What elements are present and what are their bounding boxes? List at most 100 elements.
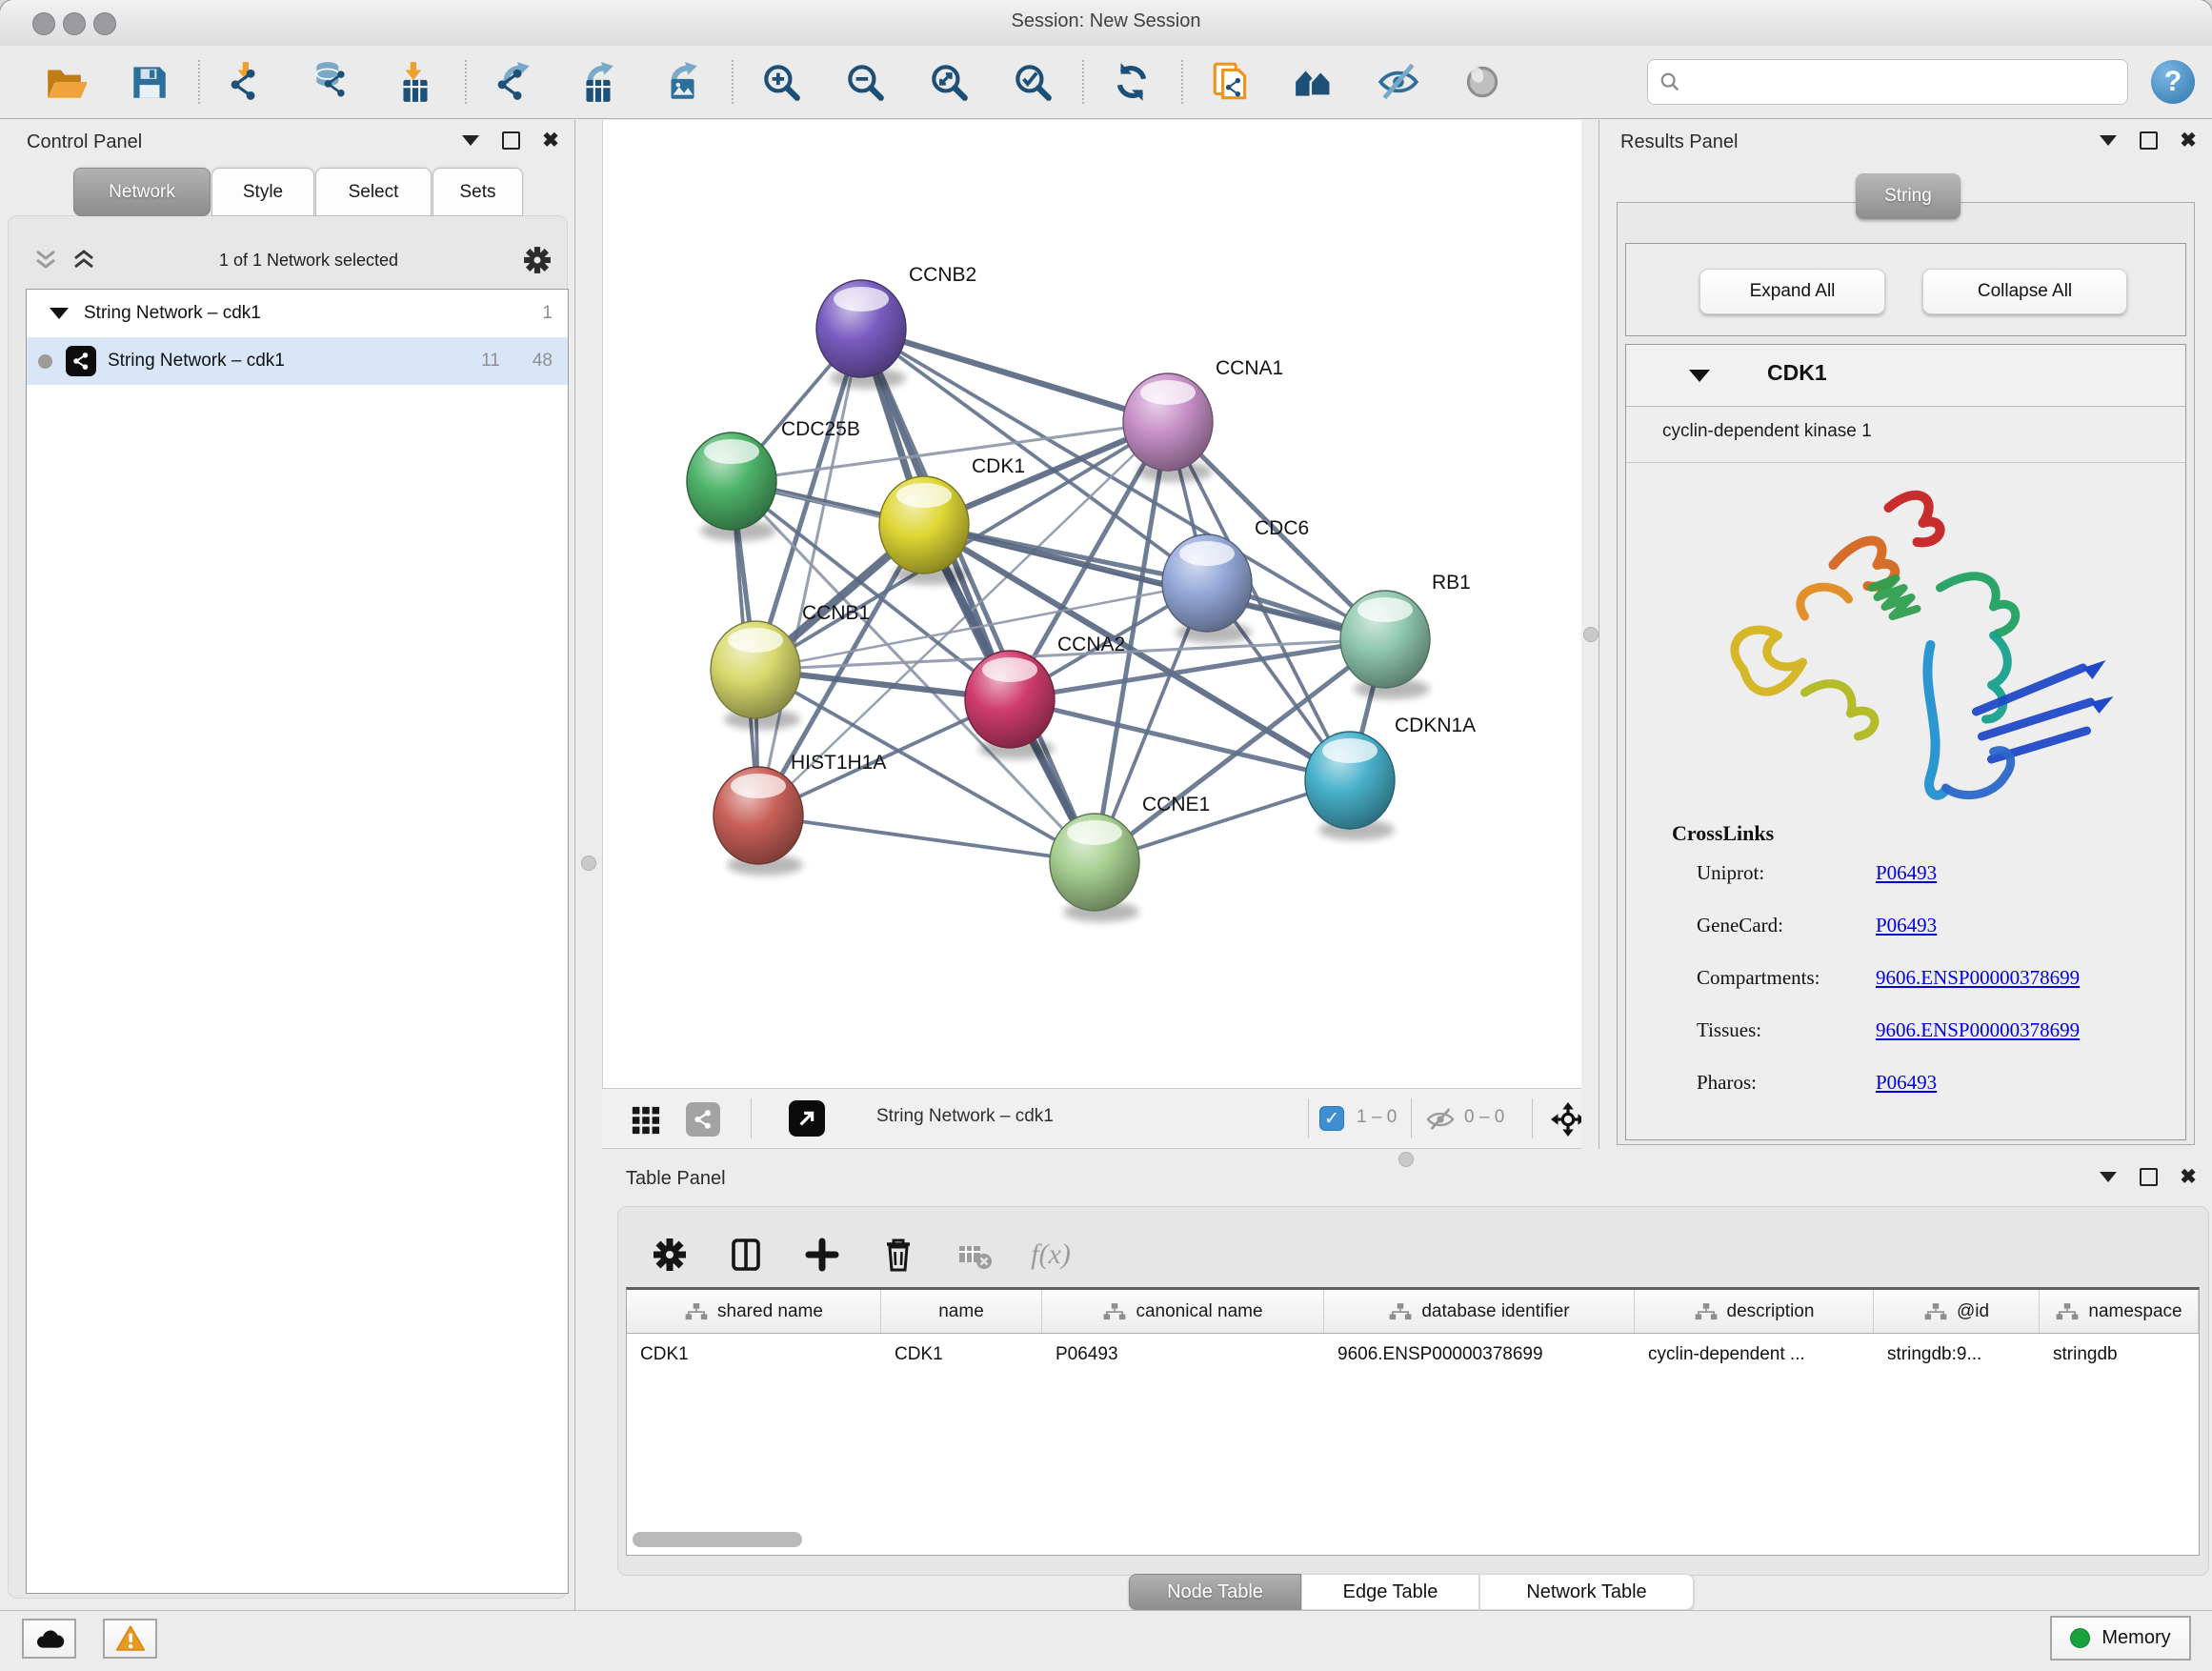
edge-CCNB2-CCNA1[interactable] bbox=[861, 329, 1168, 422]
delete-table-table-button[interactable] bbox=[952, 1232, 997, 1278]
node-CDC25B[interactable] bbox=[687, 433, 776, 541]
tab-string[interactable]: String bbox=[1856, 173, 1961, 219]
table-panel-close-icon[interactable]: ✖ bbox=[2178, 1166, 2199, 1187]
titlebar: Session: New Session bbox=[0, 0, 2212, 47]
export-network-button[interactable] bbox=[492, 59, 537, 105]
edge-CCNB2-CCNE1[interactable] bbox=[861, 329, 1095, 862]
crosslink-label: Tissues: bbox=[1697, 1018, 1761, 1042]
crosslink-link[interactable]: P06493 bbox=[1876, 1071, 1937, 1095]
shared-column-icon bbox=[1388, 1302, 1413, 1321]
network-canvas[interactable]: CCNB2CCNA1CDC25BCDK1CDC6RB1CCNB1CCNA2CDK… bbox=[602, 120, 1581, 1088]
trash-table-button[interactable] bbox=[875, 1232, 921, 1278]
warnings-button[interactable] bbox=[103, 1619, 157, 1659]
import-network-button[interactable] bbox=[225, 59, 271, 105]
shared-column-icon bbox=[1694, 1302, 1719, 1321]
cloud-button[interactable] bbox=[22, 1619, 76, 1659]
network-collection-row[interactable]: String Network – cdk1 1 bbox=[27, 290, 568, 337]
edge-CDK1-RB1[interactable] bbox=[924, 525, 1385, 639]
crosslink-link[interactable]: P06493 bbox=[1876, 861, 1937, 885]
tab-sets[interactable]: Sets bbox=[432, 168, 523, 216]
tab-style[interactable]: Style bbox=[211, 168, 314, 216]
node-CCNA1[interactable] bbox=[1123, 373, 1213, 482]
results-panel-collapse-icon[interactable] bbox=[2098, 130, 2119, 151]
network-options-gear-icon[interactable] bbox=[521, 244, 553, 276]
gear-table-button[interactable] bbox=[647, 1232, 693, 1278]
search-input[interactable] bbox=[1688, 70, 2116, 93]
node-CCNB1[interactable] bbox=[711, 621, 800, 730]
tab-node-table[interactable]: Node Table bbox=[1129, 1574, 1301, 1610]
column-header-canonical-name[interactable]: canonical name bbox=[1042, 1290, 1324, 1333]
crosslink-link[interactable]: P06493 bbox=[1876, 914, 1937, 937]
control-panel: Control Panel ✖ NetworkStyleSelectSets 1… bbox=[0, 120, 575, 1610]
export-image-button[interactable] bbox=[659, 59, 705, 105]
crosslink-link[interactable]: 9606.ENSP00000378699 bbox=[1876, 966, 2080, 990]
expand-all-button[interactable]: Expand All bbox=[1699, 269, 1885, 314]
tree-expand-caret-icon[interactable] bbox=[50, 308, 69, 319]
table-row[interactable]: CDK1CDK1P064939606.ENSP00000378699cyclin… bbox=[627, 1334, 2199, 1376]
grid-view-icon[interactable] bbox=[631, 1105, 661, 1136]
edge-HIST1H1A-CCNE1[interactable] bbox=[758, 815, 1095, 862]
help-button[interactable]: ? bbox=[2151, 60, 2195, 104]
zoom-in-button[interactable] bbox=[758, 59, 804, 105]
control-panel-close-icon[interactable]: ✖ bbox=[540, 130, 561, 151]
node-CCNA2[interactable] bbox=[965, 651, 1055, 759]
column-header-name[interactable]: name bbox=[881, 1290, 1042, 1333]
network-from-selection-button[interactable] bbox=[1208, 59, 1254, 105]
columns-table-button[interactable] bbox=[723, 1232, 769, 1278]
results-panel-float-icon[interactable] bbox=[2138, 130, 2159, 151]
fx-table-button[interactable]: f(x) bbox=[1028, 1232, 1074, 1278]
collapse-all-icon[interactable] bbox=[33, 248, 58, 272]
first-neighbors-button[interactable] bbox=[1292, 59, 1337, 105]
refresh-button[interactable] bbox=[1109, 59, 1155, 105]
expand-all-icon[interactable] bbox=[71, 248, 96, 272]
open-in-new-icon[interactable] bbox=[789, 1100, 825, 1137]
results-panel-close-icon[interactable]: ✖ bbox=[2178, 130, 2199, 151]
node-RB1[interactable] bbox=[1340, 591, 1430, 699]
tab-edge-table[interactable]: Edge Table bbox=[1301, 1574, 1479, 1610]
gene-card-caret-icon[interactable] bbox=[1689, 370, 1710, 382]
memory-button[interactable]: Memory bbox=[2050, 1616, 2191, 1661]
table-panel-collapse-icon[interactable] bbox=[2098, 1166, 2119, 1187]
hide-selected-button[interactable] bbox=[1376, 59, 1421, 105]
column-header-database-identifier[interactable]: database identifier bbox=[1324, 1290, 1635, 1333]
export-table-button[interactable] bbox=[575, 59, 621, 105]
column-header-namespace[interactable]: namespace bbox=[2040, 1290, 2199, 1333]
search-box[interactable] bbox=[1647, 59, 2128, 105]
network-share-icon[interactable] bbox=[686, 1102, 720, 1137]
node-CDC6[interactable] bbox=[1162, 534, 1252, 643]
control-panel-collapse-icon[interactable] bbox=[460, 130, 481, 151]
left-splitter-handle[interactable] bbox=[581, 856, 596, 871]
node-label-CCNB2: CCNB2 bbox=[909, 264, 976, 286]
column-header-@id[interactable]: @id bbox=[1874, 1290, 2040, 1333]
tab-network-table[interactable]: Network Table bbox=[1479, 1574, 1694, 1610]
table-panel-float-icon[interactable] bbox=[2138, 1166, 2159, 1187]
table-cell: stringdb:9... bbox=[1874, 1344, 2040, 1365]
zoom-fit-button[interactable] bbox=[926, 59, 972, 105]
node-CDK1[interactable] bbox=[879, 476, 969, 585]
zoom-out-button[interactable] bbox=[842, 59, 888, 105]
add-table-button[interactable] bbox=[799, 1232, 845, 1278]
table-cell: CDK1 bbox=[881, 1344, 1042, 1365]
column-header-shared-name[interactable]: shared name bbox=[627, 1290, 881, 1333]
column-header-description[interactable]: description bbox=[1635, 1290, 1874, 1333]
gene-card-header[interactable]: CDK1 bbox=[1626, 345, 2185, 407]
horizontal-splitter-handle[interactable] bbox=[1398, 1152, 1414, 1167]
node-HIST1H1A[interactable] bbox=[714, 767, 803, 876]
tab-network[interactable]: Network bbox=[73, 168, 211, 216]
node-CCNE1[interactable] bbox=[1050, 814, 1139, 922]
node-CDKN1A[interactable] bbox=[1305, 732, 1395, 840]
open-file-button[interactable] bbox=[42, 59, 88, 105]
show-all-button[interactable] bbox=[1459, 59, 1505, 105]
import-database-button[interactable] bbox=[309, 59, 354, 105]
right-splitter-handle[interactable] bbox=[1583, 627, 1599, 642]
control-panel-float-icon[interactable] bbox=[500, 130, 521, 151]
collapse-all-button[interactable]: Collapse All bbox=[1922, 269, 2127, 314]
import-table-button[interactable] bbox=[392, 59, 438, 105]
table-hscrollbar-thumb[interactable] bbox=[633, 1532, 802, 1547]
crosslink-link[interactable]: 9606.ENSP00000378699 bbox=[1876, 1018, 2080, 1042]
selected-checkbox[interactable]: ✓ bbox=[1319, 1106, 1344, 1131]
network-row-selected[interactable]: String Network – cdk1 11 48 bbox=[27, 337, 568, 385]
tab-select[interactable]: Select bbox=[315, 168, 432, 216]
zoom-selected-button[interactable] bbox=[1010, 59, 1056, 105]
save-button[interactable] bbox=[126, 59, 171, 105]
